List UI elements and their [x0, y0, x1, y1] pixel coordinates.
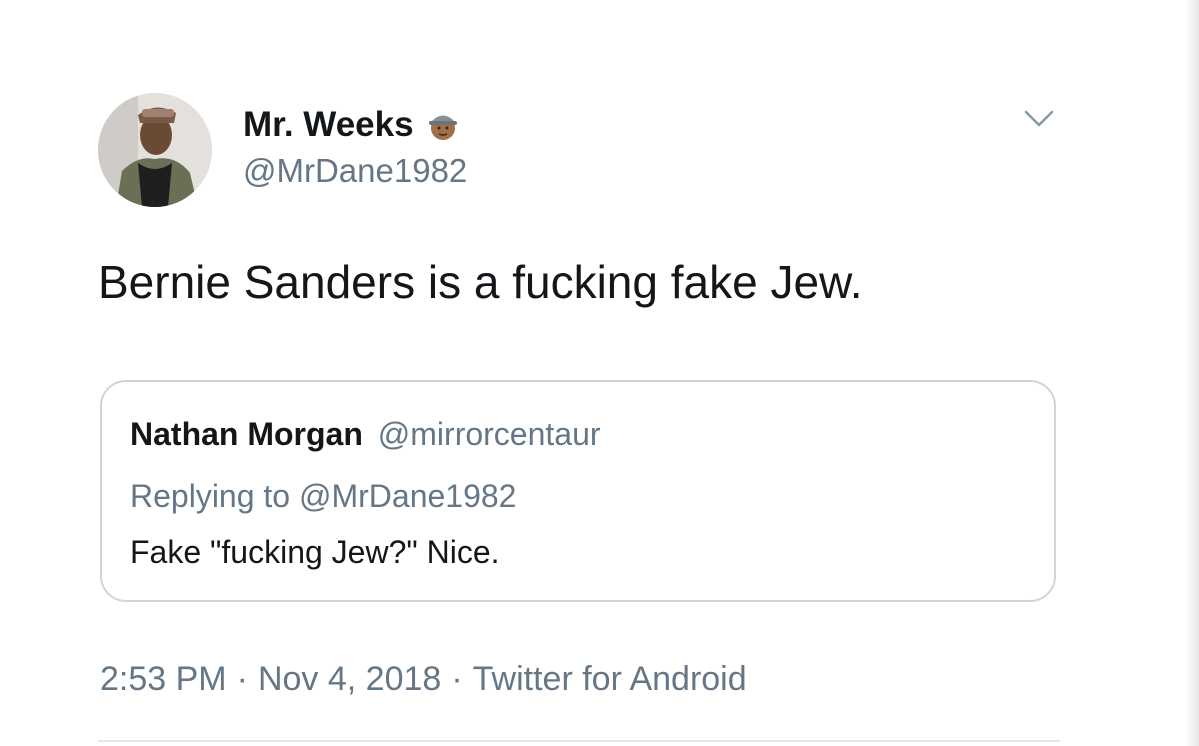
author-name-row[interactable]: Mr. Weeks: [243, 103, 460, 147]
author-handle[interactable]: @MrDane1982: [243, 152, 467, 190]
scroll-edge: [1185, 0, 1199, 746]
meta-separator: ·: [451, 660, 463, 698]
quoted-tweet-text: Fake "fucking Jew?" Nice.: [130, 534, 500, 570]
quoted-author-handle: @mirrorcentaur: [377, 416, 601, 452]
tweet-source[interactable]: Twitter for Android: [473, 660, 747, 698]
tweet-card: Mr. Weeks @MrDane1982 Bernie Sanders is …: [0, 0, 1199, 746]
quoted-author-row: Nathan Morgan @mirrorcentaur: [130, 416, 601, 453]
divider: [98, 740, 1060, 742]
quoted-reply-context: Replying to @MrDane1982: [130, 478, 517, 514]
avatar[interactable]: [98, 93, 212, 207]
meta-separator: ·: [236, 660, 248, 698]
tweet-date[interactable]: Nov 4, 2018: [258, 660, 441, 698]
chevron-down-icon[interactable]: [1022, 106, 1056, 132]
tweet-time[interactable]: 2:53 PM: [100, 660, 227, 698]
author-display-name[interactable]: Mr. Weeks: [243, 105, 414, 145]
quoted-tweet[interactable]: Nathan Morgan @mirrorcentaur Replying to…: [100, 380, 1056, 602]
construction-worker-emoji-icon: [428, 115, 457, 140]
quoted-author-name: Nathan Morgan: [130, 416, 363, 452]
tweet-text: Bernie Sanders is a fucking fake Jew.: [98, 256, 863, 308]
tweet-metadata: 2:53 PM · Nov 4, 2018 · Twitter for Android: [100, 660, 747, 699]
